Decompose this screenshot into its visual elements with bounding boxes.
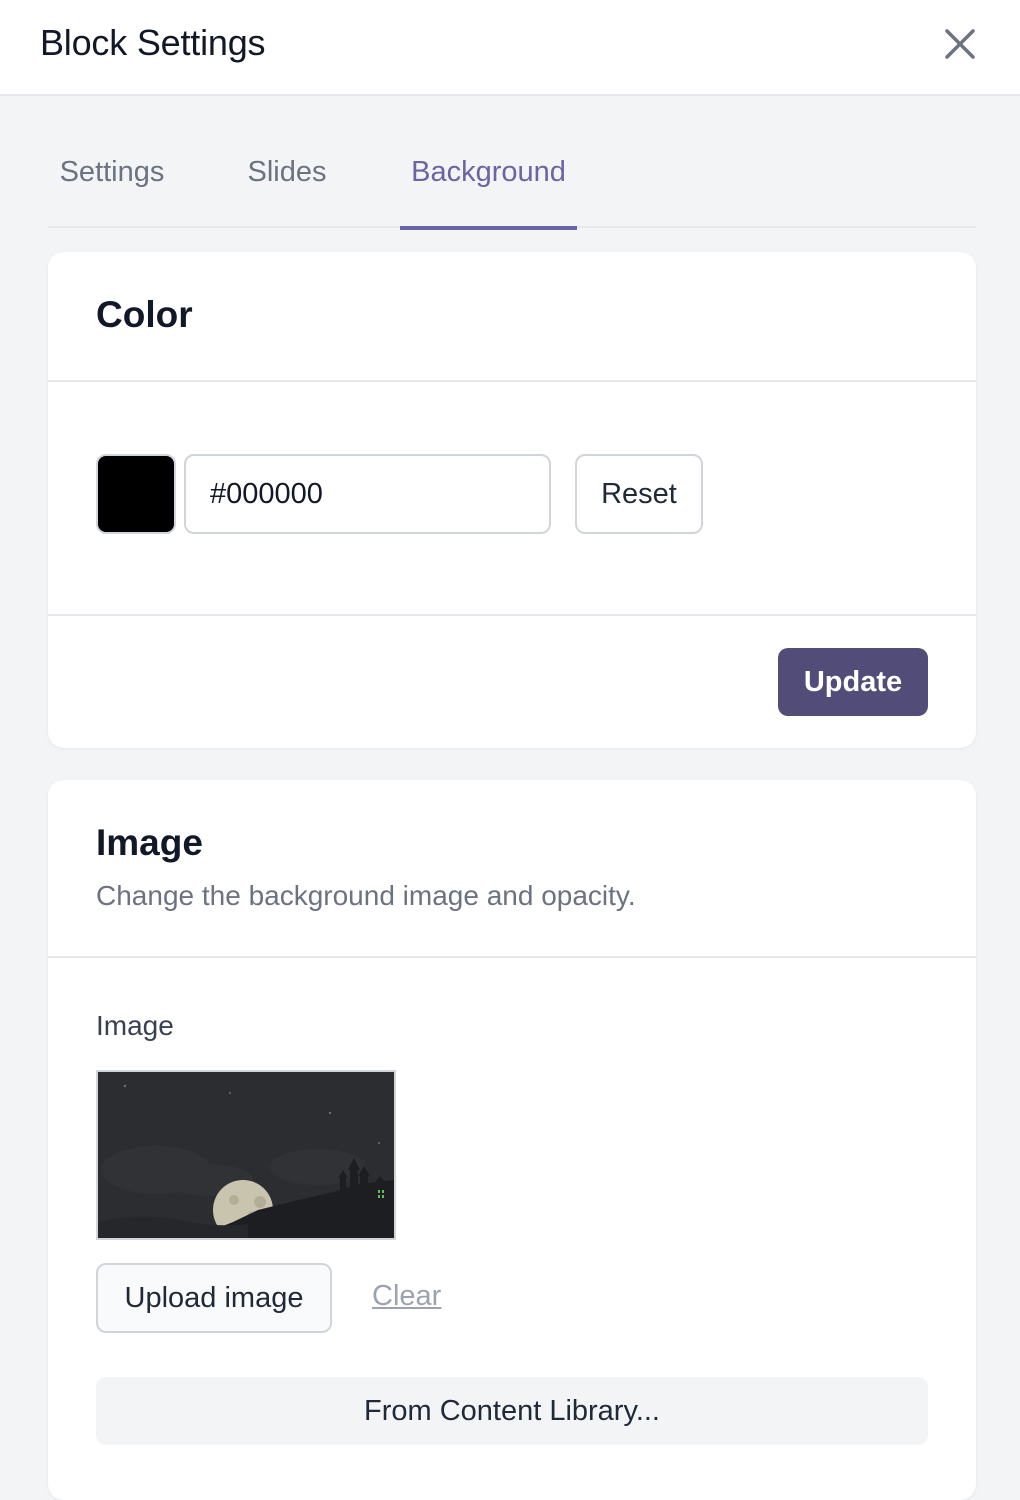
tab-settings[interactable]: Settings <box>56 140 168 228</box>
image-card: Image Change the background image and op… <box>48 780 976 1500</box>
image-section-title: Image <box>96 822 203 863</box>
modal-title: Block Settings <box>40 22 266 63</box>
upload-image-button[interactable]: Upload image <box>96 1263 332 1333</box>
image-field-label: Image <box>96 1010 174 1041</box>
image-preview <box>96 1070 396 1240</box>
tab-background[interactable]: Background <box>400 140 577 230</box>
hex-color-input[interactable] <box>184 454 551 534</box>
color-footer-divider <box>48 614 976 616</box>
content-library-button[interactable]: From Content Library... <box>96 1377 928 1445</box>
tab-slides[interactable]: Slides <box>246 140 328 228</box>
color-swatch[interactable] <box>96 454 176 534</box>
update-button[interactable]: Update <box>778 648 928 716</box>
image-header-divider <box>48 956 976 958</box>
modal-header: Block Settings <box>0 0 1020 96</box>
tab-background-label: Background <box>411 156 566 188</box>
color-header-divider <box>48 380 976 382</box>
color-section-title: Color <box>96 294 193 335</box>
close-button[interactable] <box>936 20 984 68</box>
tab-bar: Settings Slides Background <box>48 140 976 230</box>
close-icon <box>945 29 975 59</box>
night-castle-thumbnail <box>98 1072 394 1238</box>
active-tab-indicator <box>400 226 577 230</box>
image-section-description: Change the background image and opacity. <box>96 880 636 911</box>
color-card: Color Reset Update <box>48 252 976 748</box>
clear-image-link[interactable]: Clear <box>372 1280 441 1313</box>
reset-button[interactable]: Reset <box>575 454 703 534</box>
